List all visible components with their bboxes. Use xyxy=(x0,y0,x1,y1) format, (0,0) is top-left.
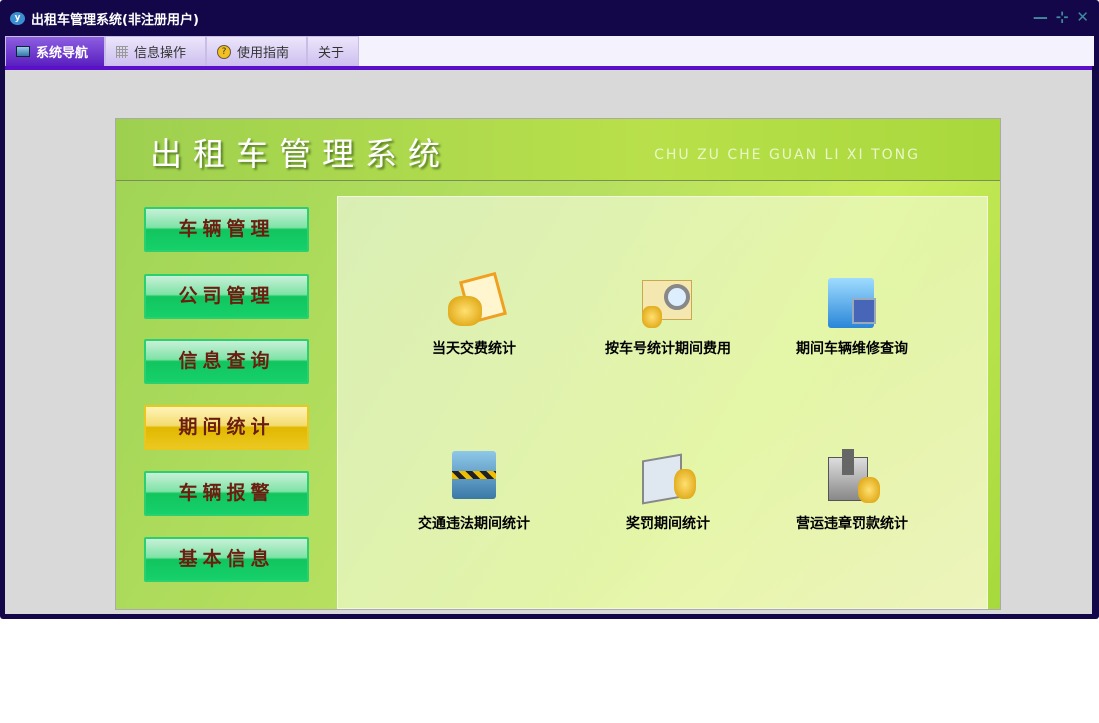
nav-panel: 出租车管理系统 CHU ZU CHE GUAN LI XI TONG 车辆管理 … xyxy=(115,118,1001,610)
blue-folder-icon xyxy=(822,272,882,332)
tab-info-ops[interactable]: 信息操作 xyxy=(105,36,206,66)
item-repair-query[interactable]: 期间车辆维修查询 xyxy=(762,272,942,358)
window-title: 出租车管理系统(非注册用户) xyxy=(31,13,199,28)
caution-folder-icon xyxy=(444,447,504,507)
app-logo-icon: y xyxy=(10,12,25,25)
content-area: 当天交费统计 按车号统计期间费用 期间车辆维修查询 交通违法期间统计 奖罚期间统… xyxy=(337,196,988,609)
coins-card-icon xyxy=(444,271,508,332)
system-pinyin: CHU ZU CHE GUAN LI XI TONG xyxy=(654,147,920,163)
title-bar: y 出租车管理系统(非注册用户) xyxy=(10,9,199,28)
help-icon: ? xyxy=(217,44,231,59)
close-button[interactable]: ✕ xyxy=(1076,8,1089,26)
tab-guide[interactable]: ? 使用指南 xyxy=(206,36,307,66)
restore-button[interactable]: ⊹ xyxy=(1056,8,1069,26)
item-fine-stats[interactable]: 营运违章罚款统计 xyxy=(762,447,942,533)
download-box-coins-icon xyxy=(822,447,882,507)
monitor-icon xyxy=(16,46,30,57)
menu-vehicle-management[interactable]: 车辆管理 xyxy=(144,207,309,252)
menu-company-management[interactable]: 公司管理 xyxy=(144,274,309,319)
item-reward-penalty-stats[interactable]: 奖罚期间统计 xyxy=(578,447,758,533)
system-title: 出租车管理系统 xyxy=(150,135,452,173)
panel-header: 出租车管理系统 CHU ZU CHE GUAN LI XI TONG xyxy=(116,119,1000,181)
menu-basic-info[interactable]: 基本信息 xyxy=(144,537,309,582)
menu-vehicle-alarm[interactable]: 车辆报警 xyxy=(144,471,309,516)
item-fee-by-plate[interactable]: 按车号统计期间费用 xyxy=(578,272,758,358)
chart-coins-icon xyxy=(638,447,698,507)
item-daily-fee-stats[interactable]: 当天交费统计 xyxy=(384,271,564,358)
tab-bar: 系统导航 信息操作 ? 使用指南 关于 xyxy=(5,36,1094,66)
menu-info-query[interactable]: 信息查询 xyxy=(144,339,309,384)
minimize-button[interactable]: — xyxy=(1033,8,1048,26)
folder-magnifier-icon xyxy=(638,272,698,332)
tab-system-nav[interactable]: 系统导航 xyxy=(5,36,105,66)
grid-icon xyxy=(116,45,128,58)
tab-about[interactable]: 关于 xyxy=(307,36,359,66)
item-traffic-violation-stats[interactable]: 交通违法期间统计 xyxy=(384,447,564,533)
menu-period-stats[interactable]: 期间统计 xyxy=(144,405,309,450)
